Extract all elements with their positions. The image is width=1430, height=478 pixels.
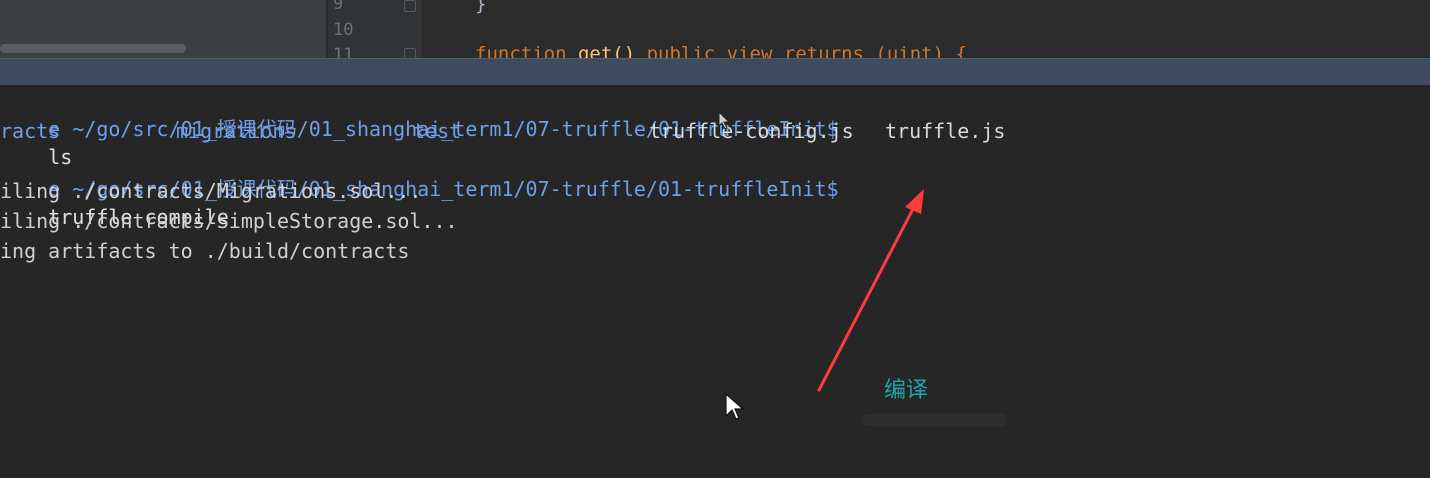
annotation-shadow (862, 414, 1008, 426)
text-cursor-icon (718, 110, 731, 130)
mouse-pointer-icon (725, 392, 745, 420)
annotation-label: 编译 (884, 378, 929, 403)
annotation-arrow-icon (817, 189, 924, 392)
